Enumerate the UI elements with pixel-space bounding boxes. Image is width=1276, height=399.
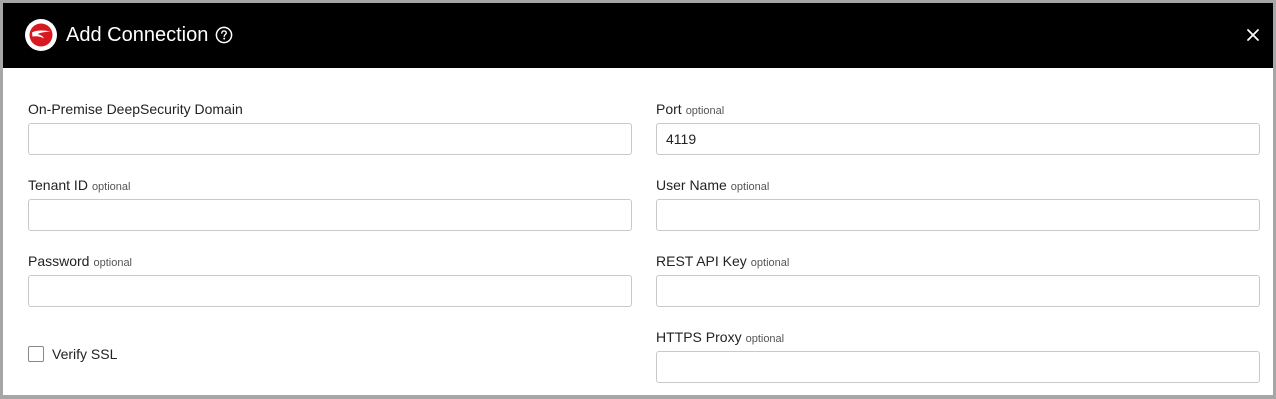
optional-tag: optional: [685, 105, 725, 117]
verify-ssl-checkbox[interactable]: [28, 346, 44, 362]
https-proxy-label: HTTPS Proxy optional: [656, 329, 785, 345]
optional-tag: optional: [745, 333, 785, 345]
optional-tag: optional: [93, 257, 133, 269]
optional-tag: optional: [730, 181, 770, 193]
add-connection-dialog: Add Connection On-Premise DeepSecurity D…: [0, 0, 1276, 399]
user-name-input[interactable]: [656, 199, 1260, 231]
https-proxy-input[interactable]: [656, 351, 1260, 383]
optional-tag: optional: [91, 181, 131, 193]
password-label: Password optional: [28, 253, 133, 269]
rest-api-key-input[interactable]: [656, 275, 1260, 307]
trend-micro-logo-icon: [25, 19, 57, 51]
domain-input[interactable]: [28, 123, 632, 155]
dialog-title: Add Connection: [66, 24, 209, 46]
close-icon[interactable]: [1245, 27, 1261, 43]
tenant-id-input[interactable]: [28, 199, 632, 231]
password-input[interactable]: [28, 275, 632, 307]
rest-api-key-label: REST API Key optional: [656, 253, 790, 269]
verify-ssl-label[interactable]: Verify SSL: [52, 346, 117, 362]
question-circle-icon[interactable]: [215, 26, 233, 44]
domain-label: On-Premise DeepSecurity Domain: [28, 101, 243, 117]
tenant-id-label: Tenant ID optional: [28, 177, 131, 193]
optional-tag: optional: [750, 257, 790, 269]
port-input[interactable]: [656, 123, 1260, 155]
dialog-header: Add Connection: [3, 3, 1273, 68]
user-name-label: User Name optional: [656, 177, 770, 193]
port-label: Port optional: [656, 101, 725, 117]
